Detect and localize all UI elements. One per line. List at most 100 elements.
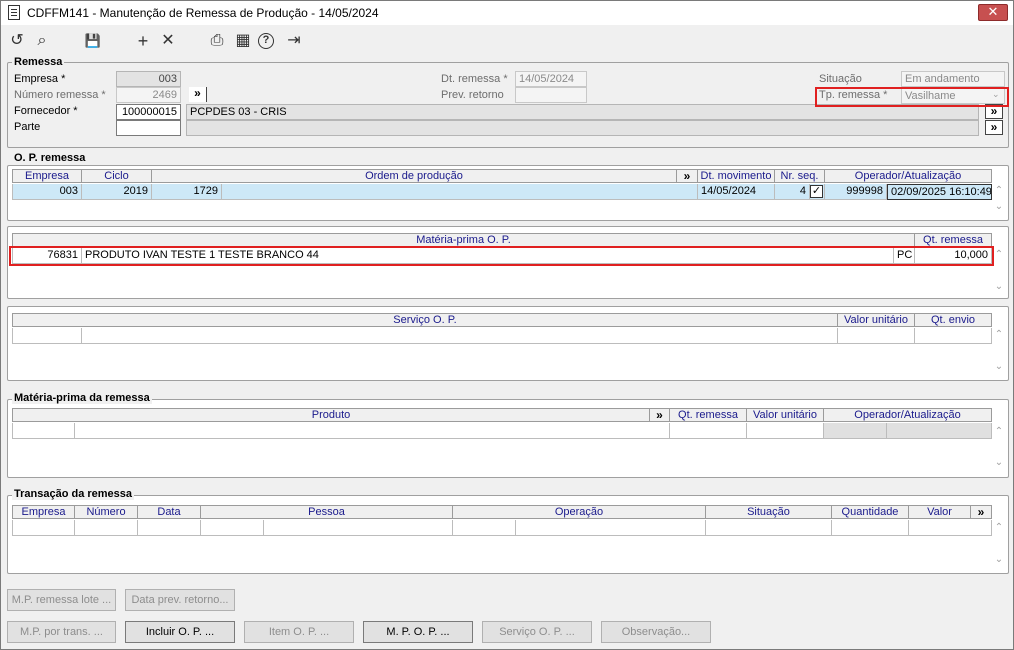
help-icon[interactable]: ? — [258, 33, 274, 49]
mpr-cell-valor[interactable] — [747, 423, 824, 439]
op-header-operador[interactable]: Operador/Atualização — [825, 169, 992, 183]
numero-expand-button[interactable]: » — [189, 87, 207, 102]
trans-cell-operacao-codigo[interactable] — [453, 520, 516, 536]
search-icon[interactable]: ⌕ — [32, 31, 52, 51]
situacao-field: Em andamento — [901, 71, 1005, 87]
numero-remessa-field[interactable]: 2469 — [116, 87, 181, 103]
op-header-dt-movimento[interactable]: Dt. movimento — [698, 169, 775, 183]
parte-expand-button[interactable]: » — [985, 120, 1003, 135]
servico-cell-codigo[interactable] — [12, 328, 82, 344]
mp-op-scroll-down-icon[interactable]: ⌄ — [993, 281, 1005, 292]
op-cell-ordem[interactable]: 1729 — [152, 184, 222, 200]
mp-remessa-lote-button[interactable]: M.P. remessa lote ... — [7, 589, 116, 611]
servico-cell-descricao[interactable] — [82, 328, 838, 344]
delete-icon[interactable]: ✕ — [158, 31, 178, 51]
trans-header-operacao[interactable]: Operação — [453, 505, 706, 519]
empresa-label: Empresa * — [14, 73, 66, 85]
trans-cell-pessoa-codigo[interactable] — [201, 520, 264, 536]
parte-field[interactable] — [116, 120, 181, 136]
dt-remessa-label: Dt. remessa * — [441, 73, 508, 85]
incluir-op-button[interactable]: Incluir O. P. ... — [125, 621, 235, 643]
mpr-cell-produto[interactable] — [75, 423, 670, 439]
op-header-expand-button[interactable]: » — [677, 169, 698, 183]
trans-scroll-down-icon[interactable]: ⌄ — [993, 554, 1005, 565]
servico-header-servico[interactable]: Serviço O. P. — [12, 313, 838, 327]
op-header-ciclo[interactable]: Ciclo — [82, 169, 152, 183]
servico-header-valor[interactable]: Valor unitário — [838, 313, 915, 327]
op-cell-ordem-desc[interactable] — [222, 184, 698, 200]
trans-header-numero[interactable]: Número — [75, 505, 138, 519]
close-button[interactable]: ✕ — [978, 4, 1008, 21]
mpr-scroll-down-icon[interactable]: ⌄ — [993, 457, 1005, 468]
trans-cell-numero[interactable] — [75, 520, 138, 536]
op-cell-nr-seq[interactable]: 4 — [775, 184, 810, 200]
trans-header-quantidade[interactable]: Quantidade — [832, 505, 909, 519]
servico-op-button[interactable]: Serviço O. P. ... — [482, 621, 592, 643]
servico-cell-qt-envio[interactable] — [915, 328, 992, 344]
item-op-button[interactable]: Item O. P. ... — [244, 621, 354, 643]
mpr-header-operador[interactable]: Operador/Atualização — [824, 408, 992, 422]
op-cell-empresa[interactable]: 003 — [12, 184, 82, 200]
op-cell-atualizacao[interactable]: 02/09/2025 16:10:49 — [887, 184, 992, 200]
servico-scroll-up-icon[interactable]: ⌃ — [993, 329, 1005, 340]
main-window: CDFFM141 - Manutenção de Remessa de Prod… — [0, 0, 1014, 650]
mp-por-trans-button[interactable]: M.P. por trans. ... — [7, 621, 116, 643]
fornecedor-label: Fornecedor * — [14, 105, 78, 117]
mp-op-header-qt[interactable]: Qt. remessa — [915, 233, 992, 247]
op-header-empresa[interactable]: Empresa — [12, 169, 82, 183]
trans-cell-operacao[interactable] — [516, 520, 706, 536]
mp-op-header-materia[interactable]: Matéria-prima O. P. — [12, 233, 915, 247]
op-header-ordem[interactable]: Ordem de produção — [152, 169, 677, 183]
empresa-field[interactable]: 003 — [116, 71, 181, 87]
mp-op-row-highlight — [9, 246, 994, 266]
trans-cell-data[interactable] — [138, 520, 201, 536]
trans-header-pessoa[interactable]: Pessoa — [201, 505, 453, 519]
op-scroll-up-icon[interactable]: ⌃ — [993, 185, 1005, 196]
print-icon[interactable]: ⎙ — [207, 31, 227, 51]
trans-header-data[interactable]: Data — [138, 505, 201, 519]
trans-header-expand-button[interactable]: » — [971, 505, 992, 519]
op-row-checkbox[interactable]: ✓ — [810, 185, 823, 198]
calendar-icon[interactable]: ▦ — [233, 31, 253, 51]
document-icon — [8, 5, 20, 20]
data-prev-retorno-button[interactable]: Data prev. retorno... — [125, 589, 235, 611]
servico-scroll-down-icon[interactable]: ⌄ — [993, 361, 1005, 372]
op-cell-ciclo[interactable]: 2019 — [82, 184, 152, 200]
trans-cell-pessoa[interactable] — [264, 520, 453, 536]
observacao-button[interactable]: Observação... — [601, 621, 711, 643]
trans-cell-situacao[interactable] — [706, 520, 832, 536]
op-scroll-down-icon[interactable]: ⌄ — [993, 201, 1005, 212]
trans-cell-valor[interactable] — [909, 520, 992, 536]
servico-cell-valor[interactable] — [838, 328, 915, 344]
mpr-header-produto[interactable]: Produto — [12, 408, 650, 422]
mpr-cell-qt[interactable] — [670, 423, 747, 439]
undo-icon[interactable]: ↺ — [7, 31, 27, 51]
add-icon[interactable]: + — [133, 31, 153, 51]
mpr-cell-codigo[interactable] — [12, 423, 75, 439]
numero-remessa-label: Número remessa * — [14, 89, 106, 101]
fornecedor-code-field[interactable]: 100000015 — [116, 104, 181, 120]
trans-scroll-up-icon[interactable]: ⌃ — [993, 522, 1005, 533]
parte-name-field — [186, 120, 979, 136]
situacao-label: Situação — [819, 73, 862, 85]
op-cell-operador[interactable]: 999998 — [825, 184, 887, 200]
trans-header-situacao[interactable]: Situação — [706, 505, 832, 519]
mpop-button[interactable]: M. P. O. P. ... — [363, 621, 473, 643]
save-icon[interactable]: 💾 — [83, 31, 103, 51]
trans-header-valor[interactable]: Valor — [909, 505, 971, 519]
mpr-scroll-up-icon[interactable]: ⌃ — [993, 426, 1005, 437]
exit-icon[interactable]: ⇥ — [284, 31, 304, 51]
dt-remessa-field[interactable]: 14/05/2024 — [515, 71, 587, 87]
mpr-header-qt[interactable]: Qt. remessa — [670, 408, 747, 422]
op-cell-dt-movimento[interactable]: 14/05/2024 — [698, 184, 775, 200]
prev-retorno-field[interactable] — [515, 87, 587, 103]
op-header-nr-seq[interactable]: Nr. seq. — [775, 169, 825, 183]
trans-cell-empresa[interactable] — [12, 520, 75, 536]
op-remessa-title: O. P. remessa — [12, 152, 88, 164]
trans-cell-quantidade[interactable] — [832, 520, 909, 536]
mpr-header-valor[interactable]: Valor unitário — [747, 408, 824, 422]
mp-op-scroll-up-icon[interactable]: ⌃ — [993, 249, 1005, 260]
servico-header-qt-envio[interactable]: Qt. envio — [915, 313, 992, 327]
mpr-header-expand-button[interactable]: » — [650, 408, 670, 422]
trans-header-empresa[interactable]: Empresa — [12, 505, 75, 519]
